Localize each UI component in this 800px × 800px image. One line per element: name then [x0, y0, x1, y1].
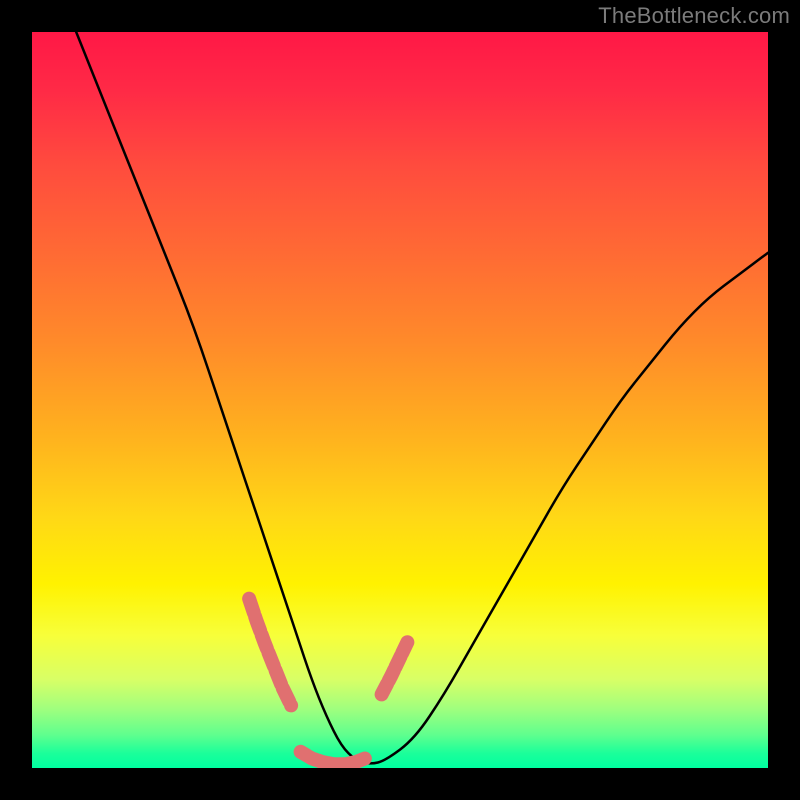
highlight-bumps: [249, 599, 409, 765]
plot-area: [32, 32, 768, 768]
right-bumps: [382, 639, 409, 694]
curve-layer: [32, 32, 768, 768]
bottleneck-curve: [76, 32, 768, 763]
watermark-text: TheBottleneck.com: [598, 3, 790, 29]
chart-frame: TheBottleneck.com: [0, 0, 800, 800]
bottom-bumps: [301, 752, 367, 765]
left-bumps: [249, 599, 291, 706]
